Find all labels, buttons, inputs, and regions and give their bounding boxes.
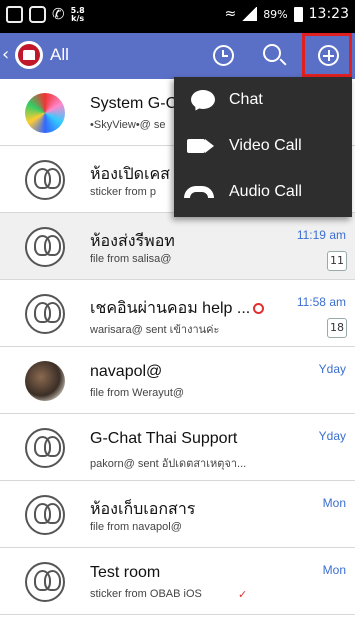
avatar — [25, 361, 65, 401]
app-notification-icon — [29, 6, 46, 23]
group-avatar-icon — [25, 294, 65, 334]
status-left-icons: ✆ 5.8 k/s — [6, 6, 85, 23]
conversation-preview: file from navapol@ — [90, 521, 182, 533]
sticker-mark-icon: ✓ — [238, 588, 248, 601]
conversation-time: Yday — [318, 429, 346, 443]
group-avatar-icon — [25, 160, 65, 200]
group-avatar-icon — [25, 495, 65, 535]
list-item[interactable]: ห้องส่งรีพอท file from salisa@ 11:19 am … — [0, 213, 355, 280]
recent-clock-icon[interactable] — [213, 45, 234, 66]
conversation-time: Yday — [318, 362, 346, 376]
wifi-icon: ≈ — [224, 6, 237, 22]
conversation-time: 11:58 am — [296, 295, 346, 309]
clock-time: 13:23 — [308, 6, 349, 22]
conversation-preview: •SkyView•@ se — [90, 119, 166, 131]
app-bar: ‹ All — [0, 33, 355, 79]
conversation-time: Mon — [322, 563, 346, 577]
search-icon[interactable] — [263, 44, 281, 62]
org-logo[interactable] — [15, 41, 43, 69]
signal-icon — [242, 7, 258, 21]
location-pin-icon — [253, 303, 265, 315]
conversation-preview: sticker from OBAB iOS — [90, 588, 202, 600]
conversation-name: navapol@ — [90, 363, 163, 380]
conversation-name: System G-C — [90, 95, 178, 112]
video-camera-icon — [187, 139, 205, 153]
menu-item-audio-call[interactable]: Audio Call — [174, 169, 352, 215]
status-bar: ✆ 5.8 k/s ≈ 89% 13:23 — [0, 0, 355, 33]
group-avatar-icon — [25, 428, 65, 468]
conversation-time: 11:19 am — [296, 228, 346, 242]
page-title[interactable]: All — [50, 45, 69, 65]
conversation-preview: warisara@ sent เข้างานค่ะ — [90, 324, 220, 336]
conversation-name: ห้องเก็บเอกสาร — [90, 501, 196, 518]
chat-bubble-icon — [191, 90, 215, 109]
menu-item-video-call[interactable]: Video Call — [174, 123, 352, 169]
unread-badge: 11 — [327, 251, 347, 271]
battery-icon — [293, 6, 303, 22]
conversation-name-text: เชคอินผ่านคอม help ... — [90, 300, 251, 317]
conversation-name: G-Chat Thai Support — [90, 430, 238, 447]
menu-item-label: Audio Call — [229, 183, 302, 200]
new-conversation-menu: Chat Video Call Audio Call — [174, 77, 352, 217]
unread-badge: 18 — [327, 318, 347, 338]
conversation-name: ห้องส่งรีพอท — [90, 233, 175, 250]
avatar — [25, 93, 65, 133]
menu-item-label: Video Call — [229, 137, 302, 154]
group-avatar-icon — [25, 562, 65, 602]
conversation-preview: file from salisa@ — [90, 253, 172, 265]
list-item[interactable]: เชคอินผ่านคอม help ... warisara@ sent เข… — [0, 280, 355, 347]
new-conversation-button[interactable] — [302, 33, 352, 77]
plus-circle-icon — [318, 45, 339, 66]
menu-item-chat[interactable]: Chat — [174, 77, 352, 123]
list-item[interactable]: Test room sticker from OBAB iOS ✓ Mon — [0, 548, 355, 615]
group-avatar-icon — [25, 227, 65, 267]
list-item[interactable]: ห้องเก็บเอกสาร file from navapol@ Mon — [0, 481, 355, 548]
conversation-time: Mon — [322, 496, 346, 510]
conversation-name: เชคอินผ่านคอม help ... — [90, 296, 265, 321]
battery-percent: 89% — [263, 7, 288, 21]
conversation-preview: file from Werayut@ — [90, 387, 185, 399]
gallery-notification-icon — [6, 6, 23, 23]
conversation-preview: pakorn@ sent อัปเดตสาเหตุจา... — [90, 458, 247, 470]
conversation-name: Test room — [90, 564, 161, 581]
network-speed: 5.8 k/s — [71, 6, 85, 23]
conversation-preview: sticker from p — [90, 186, 157, 198]
menu-item-label: Chat — [229, 91, 263, 108]
conversation-name: ห้องเปิดเคส — [90, 166, 170, 183]
list-item[interactable]: G-Chat Thai Support pakorn@ sent อัปเดตส… — [0, 414, 355, 481]
missed-call-icon: ✆ — [52, 5, 65, 23]
phone-handset-icon — [184, 186, 214, 198]
list-item[interactable]: navapol@ file from Werayut@ Yday — [0, 347, 355, 414]
status-right-icons: ≈ 89% 13:23 — [224, 6, 349, 22]
network-speed-unit: k/s — [71, 13, 85, 23]
back-chevron-icon[interactable]: ‹ — [2, 44, 9, 65]
